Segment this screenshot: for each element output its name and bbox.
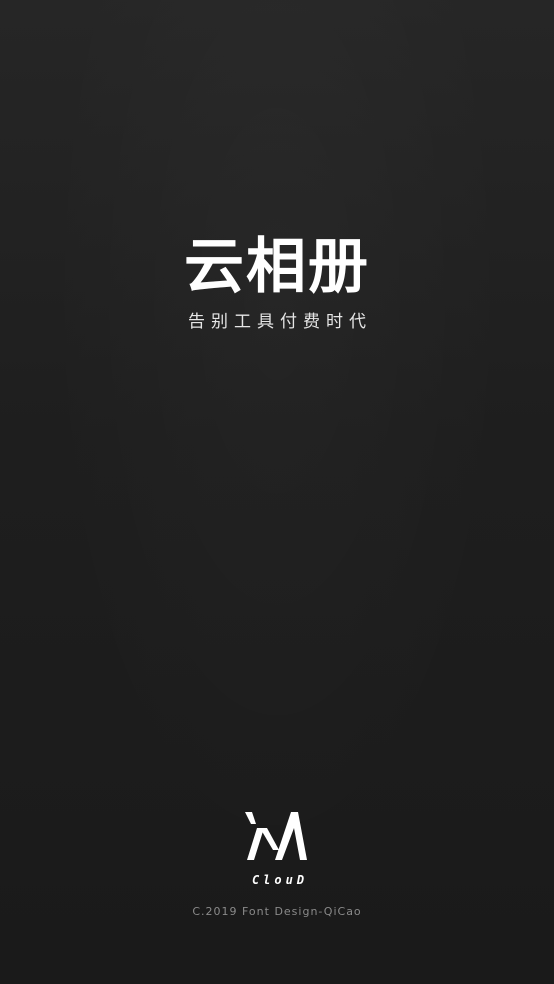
logo-wordmark: ClouD: [251, 873, 309, 887]
logo: ClouD: [0, 808, 554, 887]
splash-screen: 云相册 告别工具付费时代 ClouD C.2019 Font Design-Qi…: [0, 0, 554, 984]
app-title: 云相册: [184, 232, 370, 302]
tagline: 告别工具付费时代: [188, 312, 372, 332]
cloud-m-logo-icon: [245, 812, 307, 860]
copyright-text: C.2019 Font Design-QiCao: [192, 905, 362, 918]
brand-block: 云相册 告别工具付费时代: [0, 232, 554, 334]
